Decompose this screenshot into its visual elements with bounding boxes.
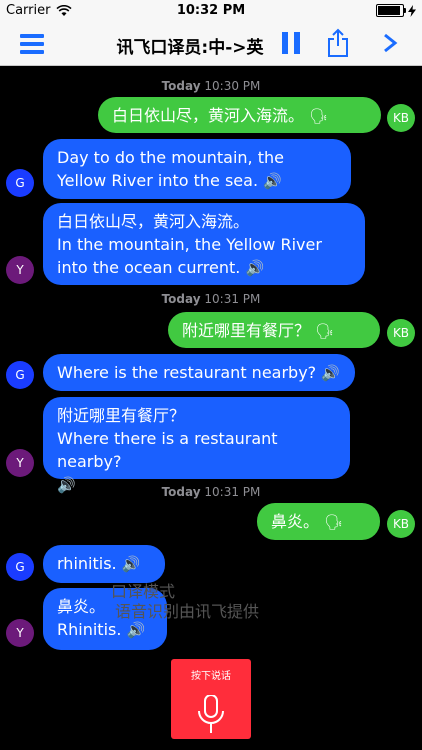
message-text: rhinitis. [57,554,117,573]
page-title: 讯飞口译员:中->英 [116,38,264,58]
speaker-icon[interactable]: 🔊 [127,621,146,639]
speaker-icon[interactable]: 🔊 [122,555,141,573]
message-bubble-sent[interactable]: 附近哪里有餐厅？ 🗣 [168,312,380,348]
speaker-icon[interactable]: 🔊 [321,364,340,382]
share-icon[interactable] [327,28,349,58]
avatar: Y [6,449,34,477]
message-bubble-received[interactable]: Day to do the mountain, the Yellow River… [43,139,351,199]
message-text-english: Rhinitis. [57,620,122,639]
message-text: 鼻炎。 [271,512,320,531]
message-text-english: Where there is a restaurant nearby? [57,429,278,471]
battery-icon [376,4,406,17]
status-bar: Carrier 10:32 PM [0,0,422,22]
charging-icon [408,4,416,17]
speaking-icon[interactable]: 🗣 [315,322,334,340]
message-bubble-sent[interactable]: 白日依山尽，黄河入海流。 🗣 [98,97,381,133]
microphone-icon [198,695,224,733]
timestamp: Today 10:31 PM [161,292,261,306]
avatar: KB [387,319,415,347]
message-text-english: In the mountain, the Yellow River into t… [57,235,322,277]
chevron-right-icon[interactable] [381,32,399,54]
message-text: 附近哪里有餐厅？ [182,321,311,340]
message-bubble-sent[interactable]: 鼻炎。 🗣 [257,503,380,540]
timestamp: Today 10:31 PM [161,485,261,499]
message-text-chinese: 白日依山尽，黄河入海流。 [57,212,250,231]
avatar: KB [387,104,415,132]
message-text: Where is the restaurant nearby? [57,363,317,382]
message-bubble-received[interactable]: 白日依山尽，黄河入海流。 In the mountain, the Yellow… [43,203,365,285]
speaker-icon[interactable]: 🔊 [245,259,264,277]
message-bubble-received[interactable]: 附近哪里有餐厅？ Where there is a restaurant nea… [43,397,350,494]
push-to-talk-button[interactable]: 按下说话 [171,659,251,739]
navigation-bar: 讯飞口译员:中->英 [0,22,422,66]
speaker-icon[interactable]: 🔊 [263,172,282,190]
avatar: KB [387,510,415,538]
menu-icon[interactable] [20,34,44,54]
pause-icon[interactable] [282,32,300,54]
speaking-icon[interactable]: 🗣 [324,513,343,531]
avatar: Y [6,619,34,647]
message-text-chinese: 附近哪里有餐厅？ [57,406,186,425]
push-to-talk-label: 按下说话 [191,671,231,682]
message-text: Day to do the mountain, the Yellow River… [57,148,284,190]
message-text: 白日依山尽，黄河入海流。 [112,106,305,125]
timestamp: Today 10:30 PM [161,79,261,93]
status-time: 10:32 PM [176,3,246,18]
avatar: Y [6,256,34,284]
avatar: G [6,553,34,581]
speaking-icon[interactable]: 🗣 [309,107,328,125]
avatar: G [6,361,34,389]
avatar: G [6,169,34,197]
message-bubble-received[interactable]: Where is the restaurant nearby? 🔊 [43,354,355,391]
speech-credit-label: 语音识别由讯飞提供 [115,602,260,621]
